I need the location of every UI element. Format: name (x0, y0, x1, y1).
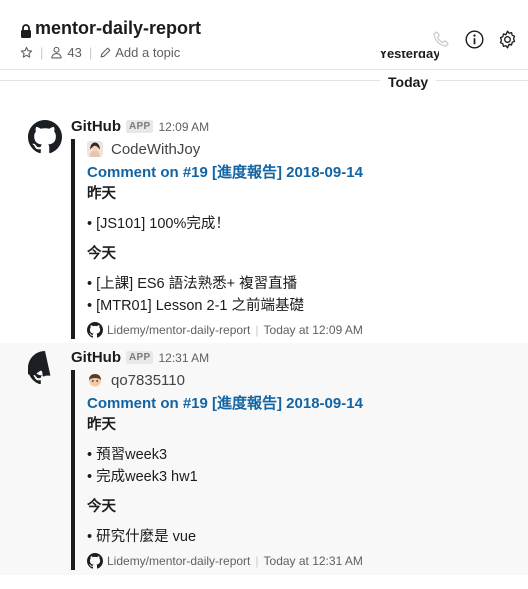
phone-icon[interactable] (431, 29, 452, 50)
sender-name[interactable]: GitHub (71, 118, 121, 135)
star-icon[interactable] (20, 46, 33, 59)
body-line: • 完成week3 hw1 (87, 469, 198, 485)
author-name: CodeWithJoy (111, 140, 201, 158)
github-icon (87, 322, 103, 338)
attachment-author[interactable]: CodeWithJoy (87, 139, 521, 159)
author-avatar (87, 141, 103, 157)
member-icon[interactable] (50, 46, 63, 59)
message[interactable]: GitHub APP 12:09 AM CodeWithJoy Comment … (0, 112, 528, 342)
body-line: • 預習week3 (87, 447, 168, 463)
body-line: • [MTR01] Lesson 2-1 之前端基礎 (87, 298, 304, 314)
attachment: CodeWithJoy Comment on #19 [進度報告] 2018-0… (71, 139, 521, 339)
pencil-icon[interactable] (99, 46, 112, 59)
footer-separator: | (255, 323, 259, 337)
body-line: • 研究什麼是 vue (87, 529, 197, 545)
header-actions (431, 29, 518, 50)
github-icon (87, 553, 103, 569)
github-avatar-icon[interactable] (28, 120, 62, 154)
day-divider-yesterday: Yesterday (379, 51, 439, 61)
channel-meta: | 43 | Add a topic (20, 45, 180, 60)
body-heading: 今天 (87, 246, 116, 262)
attachment-title-link[interactable]: Comment on #19 [進度報告] 2018-09-14 (87, 163, 521, 183)
channel-name: mentor-daily-report (35, 18, 202, 38)
github-avatar-icon[interactable] (25, 351, 62, 385)
footer-time[interactable]: Today at 12:09 AM (264, 323, 363, 337)
body-line: • [JS101] 100%完成！ (87, 216, 230, 232)
message[interactable]: GitHub APP 12:31 AM qo7835110 Comment on… (0, 343, 528, 575)
message-time[interactable]: 12:09 AM (158, 120, 209, 134)
attachment: qo7835110 Comment on #19 [進度報告] 2018-09-… (71, 370, 521, 570)
message-header: GitHub APP 12:31 AM (71, 349, 209, 366)
footer-separator: | (255, 554, 259, 568)
meta-separator: | (40, 45, 44, 60)
info-icon[interactable] (464, 29, 485, 50)
footer-repo: Lidemy/mentor-daily-report (107, 323, 251, 337)
body-heading: 今天 (87, 499, 116, 515)
attachment-footer: Lidemy/mentor-daily-report | Today at 12… (87, 321, 521, 339)
footer-time[interactable]: Today at 12:31 AM (264, 554, 363, 568)
attachment-body: 昨天 • [JS101] 100%完成！ 今天 • [上課] ES6 語法熟悉+… (87, 183, 521, 317)
day-divider-today[interactable]: Today (380, 72, 437, 92)
sender-name[interactable]: GitHub (71, 349, 121, 366)
lock-icon (20, 22, 32, 38)
member-count[interactable]: 43 (67, 45, 81, 60)
author-name: qo7835110 (111, 371, 185, 389)
author-avatar (87, 372, 103, 388)
app-badge: APP (126, 351, 154, 364)
footer-repo: Lidemy/mentor-daily-report (107, 554, 251, 568)
channel-title[interactable]: mentor-daily-report (20, 18, 201, 39)
body-line: • [上課] ES6 語法熟悉+ 複習直播 (87, 276, 298, 292)
attachment-body: 昨天 • 預習week3 • 完成week3 hw1 今天 • 研究什麼是 vu… (87, 414, 521, 548)
attachment-footer: Lidemy/mentor-daily-report | Today at 12… (87, 552, 521, 570)
body-heading: 昨天 (87, 186, 116, 202)
add-topic-link[interactable]: Add a topic (115, 45, 180, 60)
channel-header: mentor-daily-report | 43 | Add a topic (0, 0, 528, 70)
day-divider-line (0, 80, 528, 81)
attachment-title-link[interactable]: Comment on #19 [進度報告] 2018-09-14 (87, 394, 521, 414)
message-time[interactable]: 12:31 AM (158, 351, 209, 365)
message-header: GitHub APP 12:09 AM (71, 118, 209, 135)
body-heading: 昨天 (87, 417, 116, 433)
attachment-author[interactable]: qo7835110 (87, 370, 521, 390)
app-badge: APP (126, 120, 154, 133)
gear-icon[interactable] (497, 29, 518, 50)
meta-separator: | (88, 45, 93, 60)
